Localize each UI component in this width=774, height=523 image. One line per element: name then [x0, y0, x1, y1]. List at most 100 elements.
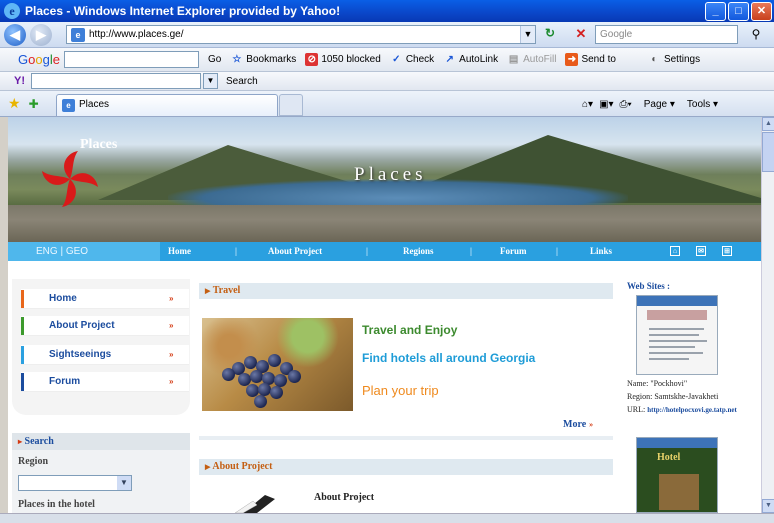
page-menu-button[interactable]: Page ▾ — [638, 99, 675, 110]
thumbnail-line — [649, 358, 689, 360]
sendto-button[interactable]: ➜ Send to — [565, 53, 616, 66]
address-dropdown-icon[interactable]: ▼ — [520, 26, 535, 43]
yahoo-dropdown-icon[interactable]: ▼ — [203, 73, 218, 89]
yahoo-search-input[interactable] — [31, 73, 201, 89]
tab-places[interactable]: e Places — [56, 94, 278, 116]
thumbnail-photo — [659, 474, 699, 510]
star-icon: ☆ — [232, 54, 242, 65]
grape — [270, 386, 283, 399]
sendto-icon: ➜ — [565, 53, 579, 66]
thumbnail-browser-bar — [637, 438, 717, 448]
website-url-link[interactable]: http://hotelpocxovi.ge.tatp.net — [647, 406, 737, 414]
stop-button[interactable]: ✕ — [572, 26, 590, 44]
autolink-label: AutoLink — [459, 54, 499, 65]
web-sites-header: Web Sites : — [627, 281, 671, 291]
more-label: More — [563, 419, 587, 430]
language-switch[interactable]: ENG | GEO — [8, 242, 160, 261]
search-header-label: Search — [24, 436, 54, 447]
chevron-right-icon: » — [169, 294, 174, 303]
about-header: ▶ About Project — [199, 459, 613, 475]
nav-about-project[interactable]: About Project — [268, 242, 322, 261]
left-menu-home[interactable]: Home » — [21, 289, 189, 309]
places-label: Places in the hotel — [18, 499, 95, 510]
spellcheck-button[interactable]: ✓ Check — [390, 53, 434, 66]
yahoo-search-button[interactable]: Search — [226, 76, 258, 87]
region-select[interactable]: ▼ — [18, 475, 132, 491]
nav-separator: | — [235, 246, 237, 256]
address-url: http://www.places.ge/ — [89, 29, 184, 40]
nav-forum[interactable]: Forum — [500, 242, 527, 261]
add-favorites-icon[interactable]: ✚ — [29, 97, 39, 111]
nav-separator: | — [556, 246, 558, 256]
bookmarks-button[interactable]: ☆ Bookmarks — [230, 53, 296, 66]
website-thumbnail[interactable] — [636, 295, 718, 375]
left-menu-sightseeings[interactable]: Sightseeings » — [21, 345, 189, 365]
feeds-icon[interactable]: ▣▾ — [599, 99, 613, 110]
settings-icon: ◐ — [651, 54, 658, 65]
window-title: Places - Windows Internet Explorer provi… — [25, 4, 341, 18]
thumbnail-line — [649, 352, 703, 354]
forward-button[interactable]: ▶ — [30, 23, 52, 46]
minimize-button[interactable]: _ — [705, 1, 726, 21]
status-bar — [0, 513, 774, 523]
refresh-button[interactable]: ↻ — [540, 26, 560, 44]
check-label: Check — [405, 54, 435, 65]
home-icon[interactable]: ⌂▾ — [582, 99, 593, 110]
command-bar: ⌂▾ ▣▾ ⎙▾ Page ▾ Tools ▾ — [576, 95, 718, 113]
page-menu-label: Page — [643, 98, 668, 110]
close-button[interactable]: ✕ — [751, 1, 772, 21]
bullet-icon: ▶ — [205, 287, 211, 295]
chevron-right-icon: » — [589, 420, 594, 429]
website-thumbnail[interactable]: Hotel — [636, 437, 718, 513]
vertical-scrollbar[interactable]: ▲ ▼ — [761, 117, 774, 513]
search-input[interactable]: Google — [595, 25, 738, 44]
travel-line-1: Travel and Enjoy — [362, 323, 458, 337]
address-field[interactable]: e http://www.places.ge/ ▼ — [66, 25, 536, 44]
travel-line-2: Find hotels all around Georgia — [362, 351, 536, 365]
site-logo-icon — [42, 151, 98, 207]
thumbnail-line — [649, 340, 707, 342]
section-divider — [199, 436, 613, 440]
scroll-down-icon[interactable]: ▼ — [762, 499, 774, 513]
travel-more-link[interactable]: More» — [563, 419, 593, 430]
new-tab-button[interactable] — [279, 94, 303, 116]
nav-links[interactable]: Links — [590, 242, 612, 261]
chevron-right-icon: » — [169, 321, 174, 330]
home-icon[interactable]: ⌂ — [670, 246, 680, 256]
nav-home[interactable]: Home — [168, 242, 191, 261]
page-icon: e — [62, 99, 75, 112]
tools-menu-label: Tools — [686, 98, 711, 110]
autolink-button[interactable]: ↗ AutoLink — [443, 53, 498, 66]
about-title: About Project — [314, 492, 375, 503]
grape — [222, 368, 235, 381]
grape — [250, 370, 263, 383]
search-icon[interactable]: ⚲ — [742, 25, 770, 44]
bullet-icon: ▶ — [205, 463, 211, 471]
scroll-up-icon[interactable]: ▲ — [762, 117, 774, 131]
autofill-icon: ▤ — [508, 54, 519, 65]
settings-button[interactable]: ◐ Settings — [648, 53, 700, 66]
tools-menu-button[interactable]: Tools ▾ — [681, 99, 718, 110]
popup-blocker-button[interactable]: ⊘ 1050 blocked — [305, 53, 381, 66]
autolink-icon: ↗ — [445, 54, 454, 65]
thumbnail-banner — [647, 310, 707, 320]
print-icon[interactable]: ⎙▾ — [620, 99, 632, 110]
thumbnail-line — [649, 334, 699, 336]
autofill-button[interactable]: ▤ AutoFill — [507, 53, 557, 66]
left-menu-forum[interactable]: Forum » — [21, 372, 189, 392]
scroll-thumb[interactable] — [762, 132, 774, 172]
autofill-label: AutoFill — [523, 54, 557, 65]
travel-line-3: Plan your trip — [362, 383, 439, 398]
sendto-label: Send to — [581, 54, 616, 65]
sitemap-icon[interactable]: ⊞ — [722, 246, 732, 256]
google-go-button[interactable]: Go — [208, 54, 221, 65]
left-menu: Home » About Project » Sightseeings » Fo… — [12, 279, 190, 415]
left-menu-about-project[interactable]: About Project » — [21, 316, 189, 336]
back-button[interactable]: ◀ — [4, 23, 26, 46]
maximize-button[interactable]: □ — [728, 1, 749, 21]
mail-icon[interactable]: ✉ — [696, 246, 706, 256]
google-search-input[interactable] — [63, 51, 199, 68]
website-url-row: URL: http://hotelpocxovi.ge.tatp.net — [627, 405, 737, 414]
favorites-star-icon[interactable]: ★ — [8, 95, 21, 112]
nav-regions[interactable]: Regions — [403, 242, 434, 261]
